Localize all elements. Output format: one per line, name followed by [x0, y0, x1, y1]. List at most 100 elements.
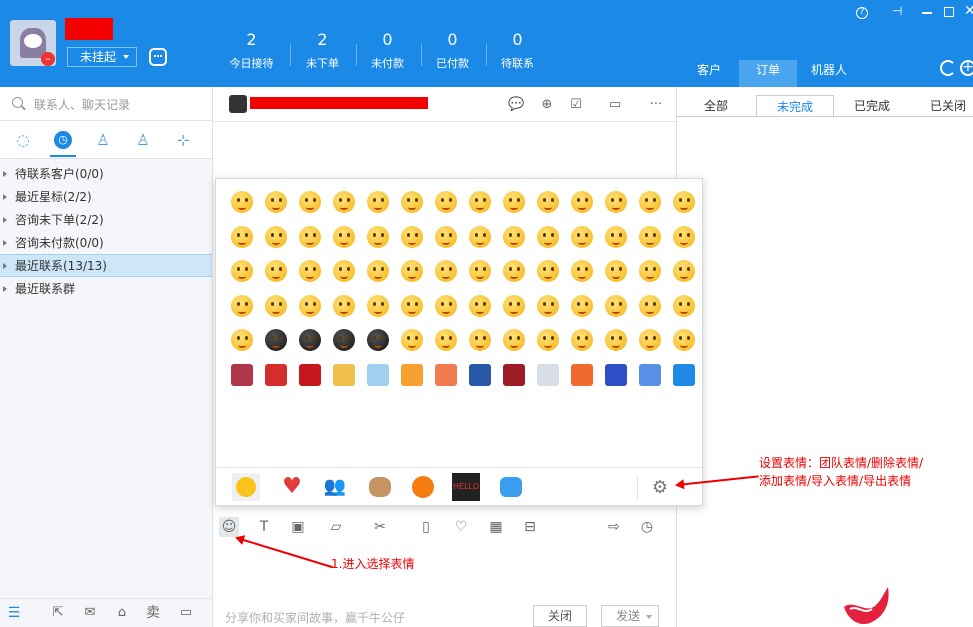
contact-avatar[interactable] — [229, 95, 247, 113]
emoji-item[interactable] — [673, 191, 695, 213]
emoji-item[interactable] — [673, 329, 695, 351]
screenshot-icon[interactable]: ▣ — [288, 517, 308, 537]
group-no-order[interactable]: 咨询未下单(2/2) — [0, 209, 212, 231]
emoji-item[interactable] — [503, 363, 525, 386]
pin-icon[interactable]: ⊣ — [892, 4, 902, 18]
emoji-item[interactable] — [537, 329, 559, 351]
emoji-item[interactable] — [333, 191, 355, 213]
tab-robot[interactable]: 机器人 — [801, 60, 857, 87]
refresh-icon[interactable] — [940, 60, 956, 76]
group-recent-contacts[interactable]: 最近联系(13/13) — [0, 254, 212, 277]
emoji-tab-hello[interactable]: HELLO — [452, 473, 480, 501]
emoji-item[interactable] — [401, 260, 423, 282]
emoji-item[interactable] — [367, 329, 389, 351]
emoji-item[interactable] — [299, 191, 321, 213]
org-icon[interactable]: ⊹ — [174, 131, 192, 149]
emoji-item[interactable] — [639, 329, 661, 351]
emoji-item[interactable] — [571, 260, 593, 282]
stat-paid[interactable]: 0 已付款 — [420, 30, 485, 71]
mail-icon[interactable]: ✉ — [82, 605, 98, 621]
emoji-item[interactable] — [605, 191, 627, 213]
video-icon[interactable]: ▭ — [607, 97, 623, 113]
emoji-item[interactable] — [299, 294, 321, 317]
emoji-item[interactable] — [401, 363, 423, 386]
emoji-item[interactable] — [605, 363, 627, 386]
emoji-item[interactable] — [571, 191, 593, 213]
emoji-item[interactable] — [333, 363, 355, 386]
group-starred[interactable]: 最近星标(2/2) — [0, 186, 212, 208]
emoji-item[interactable] — [469, 225, 491, 248]
more-icon[interactable]: ··· — [648, 97, 664, 113]
search-input[interactable]: 联系人、聊天记录 — [34, 96, 130, 113]
emoji-item[interactable] — [299, 225, 321, 248]
heart-icon[interactable]: ♡ — [451, 517, 471, 537]
emoji-item[interactable] — [333, 225, 355, 248]
close-button[interactable]: 关闭 — [533, 605, 587, 627]
emoji-item[interactable] — [435, 191, 457, 213]
emoji-item[interactable] — [265, 329, 287, 351]
tab-order[interactable]: 订单 — [739, 60, 797, 87]
forward-icon[interactable]: ⇨ — [604, 517, 624, 537]
status-dropdown[interactable]: 未挂起 — [67, 47, 137, 67]
emoji-item[interactable] — [231, 191, 253, 213]
emoji-item[interactable] — [265, 191, 287, 213]
send-button[interactable]: 发送 — [601, 605, 659, 627]
emoji-item[interactable] — [639, 294, 661, 317]
emoji-item[interactable] — [639, 260, 661, 282]
emoji-tab-smiley[interactable] — [232, 473, 260, 501]
edit-icon[interactable]: ☑ — [568, 97, 584, 113]
emoji-item[interactable] — [605, 225, 627, 248]
add-icon[interactable]: + — [960, 60, 973, 76]
emoji-item[interactable] — [333, 294, 355, 317]
emoji-item[interactable] — [265, 260, 287, 282]
emoji-item[interactable] — [605, 260, 627, 282]
emoji-item[interactable] — [469, 363, 491, 386]
emoji-item[interactable] — [639, 225, 661, 248]
emoji-item[interactable] — [435, 329, 457, 351]
stat-to-contact[interactable]: 0 待联系 — [485, 30, 550, 71]
emoji-item[interactable] — [571, 294, 593, 317]
emoji-item[interactable] — [231, 225, 253, 248]
emoji-item[interactable] — [299, 260, 321, 282]
emoji-tab-orange[interactable] — [409, 473, 437, 501]
emoji-item[interactable] — [231, 363, 253, 386]
folder-icon[interactable]: ▱ — [326, 517, 346, 537]
emoji-item[interactable] — [503, 294, 525, 317]
emoji-item[interactable] — [231, 294, 253, 317]
emoji-item[interactable] — [537, 363, 559, 386]
emoji-item[interactable] — [673, 260, 695, 282]
emoji-item[interactable] — [265, 363, 287, 386]
emoji-item[interactable] — [231, 260, 253, 282]
emoji-item[interactable] — [571, 363, 593, 386]
emoji-item[interactable] — [639, 191, 661, 213]
emoji-tab-people[interactable]: 👥 — [321, 473, 349, 501]
emoji-item[interactable] — [469, 191, 491, 213]
tab-finished[interactable]: 已完成 — [846, 95, 898, 117]
robot-icon[interactable] — [149, 48, 167, 66]
emoji-tab-cow[interactable] — [366, 473, 394, 501]
scissors-icon[interactable]: ✂ — [370, 517, 390, 537]
window-icon[interactable]: ▭ — [178, 605, 194, 621]
emoji-item[interactable] — [537, 294, 559, 317]
emoji-item[interactable] — [503, 225, 525, 248]
group-recent-groups[interactable]: 最近联系群 — [0, 278, 212, 300]
emoji-item[interactable] — [435, 225, 457, 248]
emoji-item[interactable] — [571, 329, 593, 351]
sell-icon[interactable]: 卖 — [145, 605, 161, 621]
emoji-item[interactable] — [333, 260, 355, 282]
emoji-tab-heart[interactable]: ♥ — [278, 473, 306, 501]
emoji-item[interactable] — [367, 363, 389, 386]
emoji-item[interactable] — [435, 294, 457, 317]
emoji-item[interactable] — [367, 260, 389, 282]
emoji-item[interactable] — [469, 260, 491, 282]
emoji-item[interactable] — [673, 225, 695, 248]
font-icon[interactable]: T — [254, 517, 274, 537]
contact-icon[interactable]: ♙ — [94, 131, 112, 149]
emoji-item[interactable] — [299, 363, 321, 386]
emoji-item[interactable] — [299, 329, 321, 351]
menu-icon[interactable]: ☰ — [6, 605, 22, 621]
emoji-item[interactable] — [605, 329, 627, 351]
emoji-item[interactable] — [537, 260, 559, 282]
close-icon[interactable]: ✕ — [964, 4, 973, 18]
emoji-item[interactable] — [333, 329, 355, 351]
